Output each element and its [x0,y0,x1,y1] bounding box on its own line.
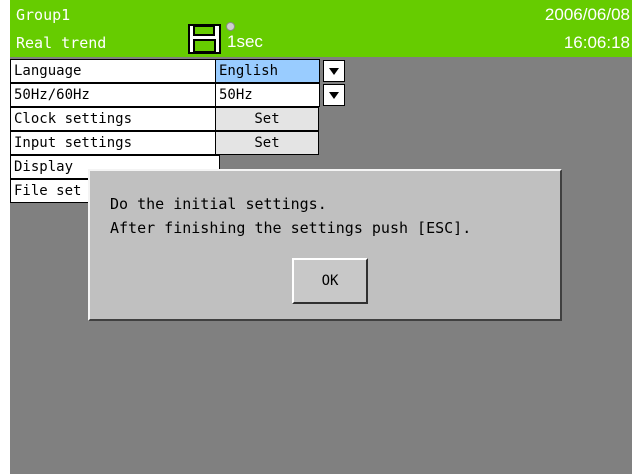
current-time: 16:06:18 [563,33,630,52]
language-select[interactable]: English [215,59,320,83]
language-dropdown-button[interactable] [323,60,345,82]
floppy-disk-icon [188,24,221,54]
frequency-select[interactable]: 50Hz [215,83,320,107]
group-name: Group1 [16,6,71,24]
sampling-rate: 1sec [227,32,263,51]
triangle-down-icon [329,68,339,75]
input-set-button[interactable]: Set [215,131,319,155]
setting-label: 50Hz/60Hz [10,83,220,107]
setting-label: Input settings [10,131,220,155]
initial-settings-dialog: Do the initial settings. After finishing… [88,169,562,321]
status-header: Group1 Real trend 1sec 2006/06/08 16:06:… [10,0,632,57]
dialog-message-line2: After finishing the settings push [ESC]. [110,219,472,237]
current-date: 2006/06/08 [544,5,630,24]
triangle-down-icon [329,92,339,99]
record-indicator-icon [226,22,235,31]
clock-set-button[interactable]: Set [215,107,319,131]
setting-label: Language [10,59,220,83]
dialog-message-line1: Do the initial settings. [110,195,327,213]
setting-label: Clock settings [10,107,220,131]
display-mode: Real trend [16,34,107,52]
device-screen: Group1 Real trend 1sec 2006/06/08 16:06:… [10,0,632,474]
frequency-dropdown-button[interactable] [323,84,345,106]
ok-button[interactable]: OK [292,258,368,304]
